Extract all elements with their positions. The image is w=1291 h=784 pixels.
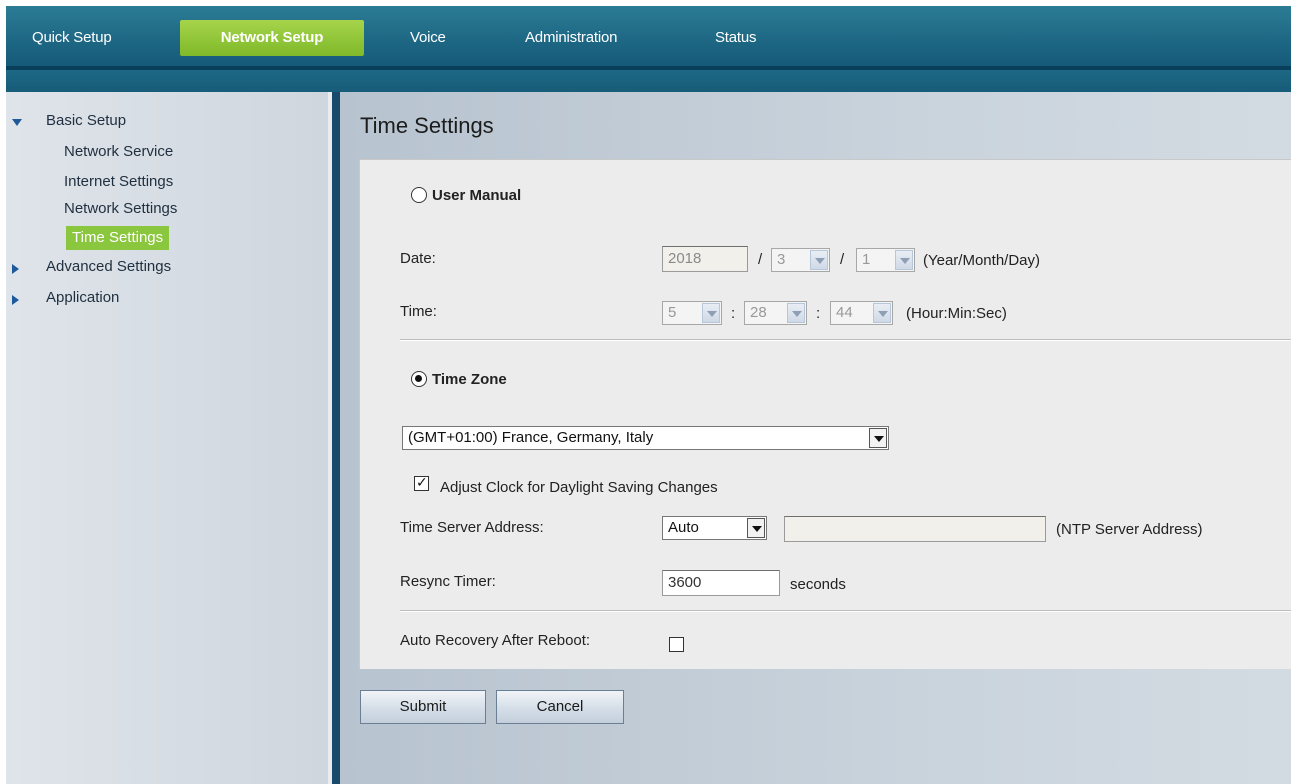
chevron-right-icon — [12, 295, 19, 305]
checkmark-icon: ✓ — [416, 474, 428, 490]
tab-administration[interactable]: Administration — [525, 20, 617, 56]
resync-timer-label: Resync Timer: — [400, 573, 496, 590]
tab-network-setup[interactable]: Network Setup — [180, 20, 364, 56]
second-select[interactable]: 44 — [830, 301, 893, 325]
date-format-hint: (Year/Month/Day) — [923, 252, 1040, 269]
chevron-down-icon — [869, 428, 887, 448]
time-separator: : — [816, 305, 821, 322]
submit-button[interactable]: Submit — [360, 690, 486, 724]
hour-value: 5 — [668, 304, 677, 321]
time-label: Time: — [400, 303, 437, 320]
time-server-mode-value: Auto — [668, 519, 699, 536]
month-value: 3 — [777, 251, 786, 268]
resync-timer-input[interactable]: 3600 — [662, 570, 780, 596]
time-server-mode-select[interactable]: Auto — [662, 516, 767, 540]
dst-checkbox[interactable]: ✓ — [414, 474, 429, 491]
chevron-down-icon — [747, 518, 765, 538]
time-zone-label: Time Zone — [432, 371, 507, 388]
chevron-down-icon — [895, 250, 913, 270]
chevron-down-icon — [12, 119, 22, 126]
auto-recovery-checkbox[interactable] — [669, 637, 684, 652]
sidebar-item-internet-settings[interactable]: Internet Settings — [64, 173, 173, 190]
hour-select[interactable]: 5 — [662, 301, 722, 325]
section-divider — [400, 610, 1291, 612]
time-zone-select[interactable]: (GMT+01:00) France, Germany, Italy — [402, 426, 889, 450]
month-select[interactable]: 3 — [771, 248, 830, 272]
tab-status[interactable]: Status — [715, 20, 757, 56]
section-divider — [400, 339, 1291, 341]
tab-quick-setup[interactable]: Quick Setup — [32, 20, 112, 56]
year-field[interactable]: 2018 — [662, 246, 748, 272]
auto-recovery-label: Auto Recovery After Reboot: — [400, 632, 591, 649]
sidebar-item-network-settings[interactable]: Network Settings — [64, 200, 177, 217]
time-server-label: Time Server Address: — [400, 519, 544, 536]
second-value: 44 — [836, 304, 853, 321]
top-nav-subbar — [6, 70, 1291, 92]
minute-select[interactable]: 28 — [744, 301, 807, 325]
time-format-hint: (Hour:Min:Sec) — [906, 305, 1007, 322]
cancel-button[interactable]: Cancel — [496, 690, 624, 724]
day-select[interactable]: 1 — [856, 248, 915, 272]
chevron-down-icon — [787, 303, 805, 323]
date-separator: / — [840, 251, 845, 268]
ntp-server-input[interactable] — [784, 516, 1046, 542]
user-manual-label: User Manual — [432, 187, 522, 204]
chevron-down-icon — [702, 303, 720, 323]
chevron-down-icon — [810, 250, 828, 270]
minute-value: 28 — [750, 304, 767, 321]
sidebar-group-label: Advanced Settings — [46, 258, 172, 275]
time-zone-radio[interactable] — [411, 371, 427, 387]
day-value: 1 — [862, 251, 871, 268]
time-zone-value: (GMT+01:00) France, Germany, Italy — [408, 429, 654, 446]
sidebar-group-label: Basic Setup — [46, 112, 127, 129]
user-manual-radio[interactable] — [411, 187, 427, 203]
time-separator: : — [731, 305, 736, 322]
sidebar-edge — [332, 92, 340, 784]
date-label: Date: — [400, 250, 436, 267]
chevron-down-icon — [873, 303, 891, 323]
sidebar-group-label: Application — [46, 289, 120, 306]
sidebar-item-network-service[interactable]: Network Service — [64, 143, 173, 160]
tab-voice[interactable]: Voice — [410, 20, 446, 56]
date-separator: / — [758, 251, 763, 268]
resync-unit: seconds — [790, 576, 846, 593]
dst-label: Adjust Clock for Daylight Saving Changes — [440, 479, 718, 496]
ntp-server-hint: (NTP Server Address) — [1056, 521, 1203, 538]
sidebar: Basic Setup Network Service Internet Set… — [6, 92, 328, 784]
sidebar-item-time-settings[interactable]: Time Settings — [66, 226, 170, 250]
page-title: Time Settings — [360, 113, 494, 138]
chevron-right-icon — [12, 264, 19, 274]
